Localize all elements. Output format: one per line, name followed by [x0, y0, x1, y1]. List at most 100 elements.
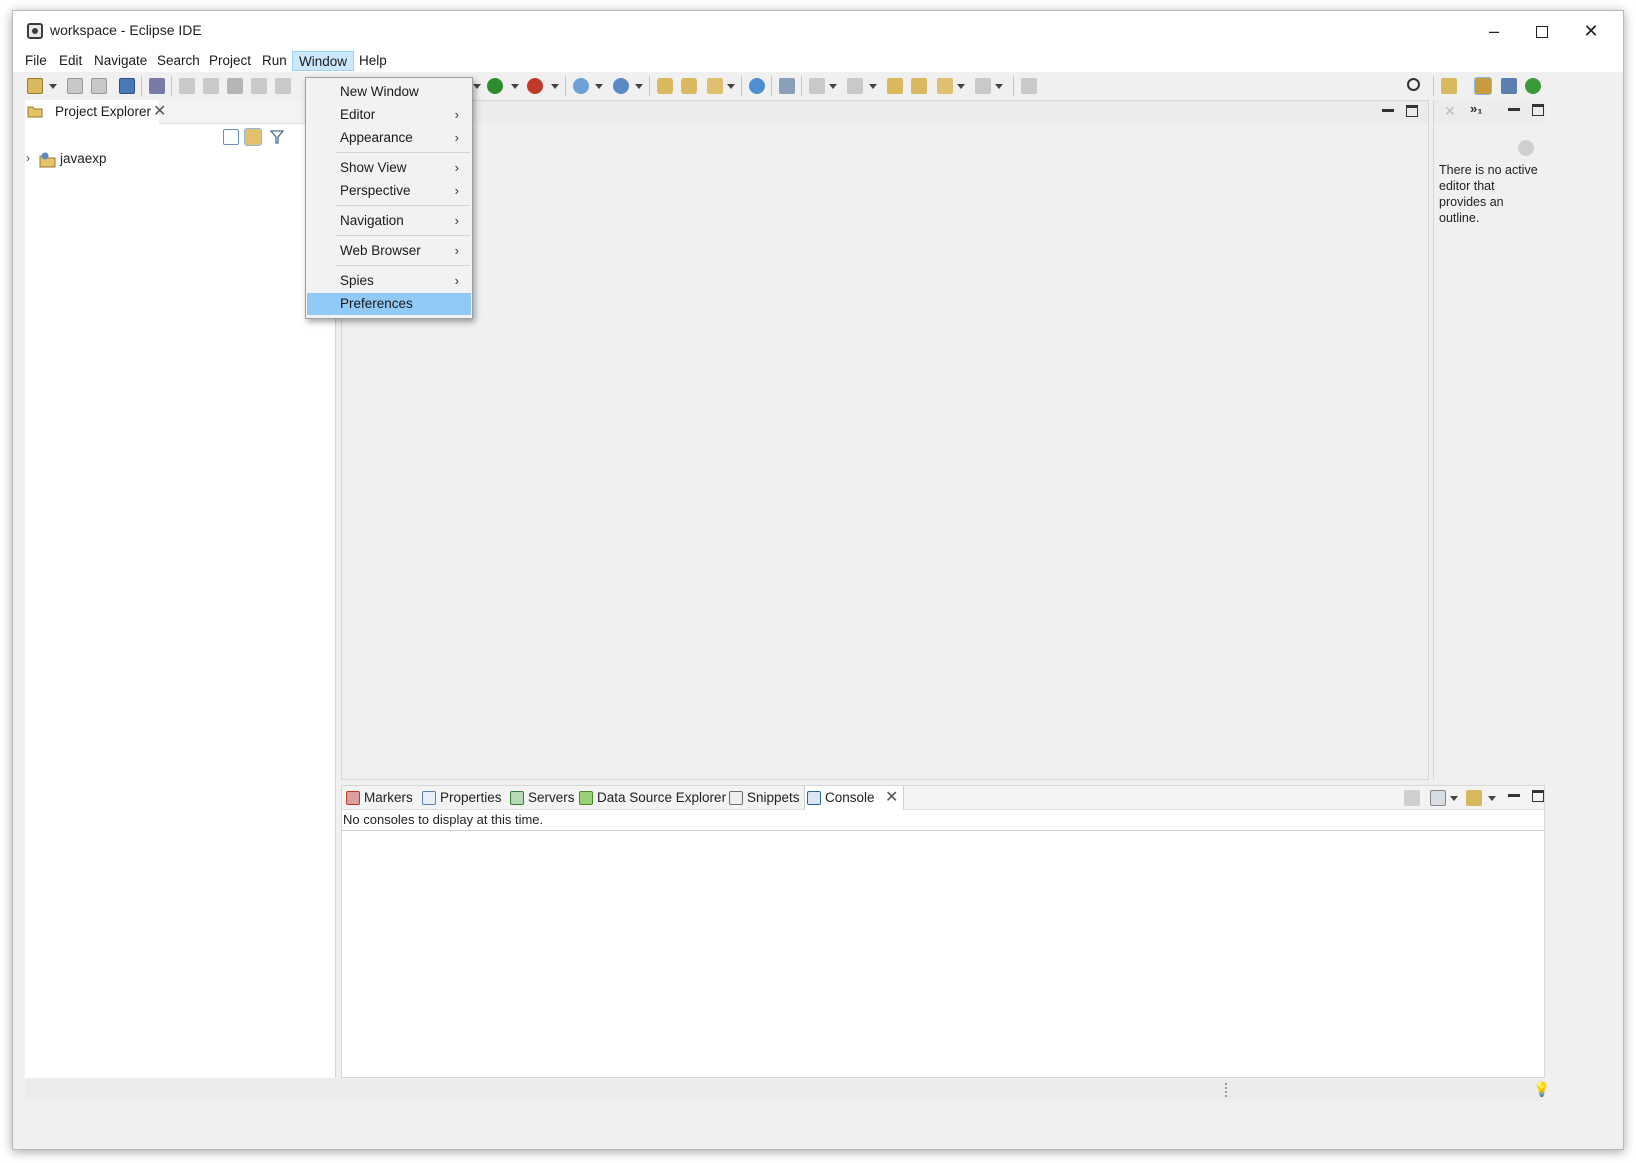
pin-icon[interactable] [1021, 78, 1037, 94]
next-annotation-dropdown-icon[interactable] [829, 84, 837, 89]
chevron-right-icon[interactable]: › [26, 151, 30, 165]
display-console-dropdown-icon[interactable] [1450, 796, 1458, 801]
menu-search[interactable]: Search [151, 51, 206, 71]
skip-breakpoints-icon[interactable] [149, 78, 165, 94]
menu-navigate[interactable]: Navigate [88, 51, 153, 71]
menu-item-show-view[interactable]: Show View › [307, 157, 471, 179]
external-tools-icon[interactable] [527, 78, 543, 94]
close-icon[interactable]: ✕ [885, 786, 898, 810]
java-perspective-icon[interactable] [1501, 78, 1517, 94]
new-dropdown-icon[interactable] [49, 84, 57, 89]
close-button[interactable]: ✕ [1568, 17, 1614, 45]
link-with-editor-icon[interactable] [244, 128, 262, 146]
tab-markers[interactable]: Markers [344, 786, 413, 810]
debug-perspective-icon[interactable] [1525, 78, 1541, 94]
maximize-icon [1536, 26, 1548, 39]
save-icon[interactable] [67, 78, 83, 94]
maximize-editor-icon[interactable] [1406, 105, 1418, 117]
new-icon[interactable] [27, 78, 43, 94]
console-empty-message: No consoles to display at this time. [343, 812, 544, 827]
previous-annotation-dropdown-icon[interactable] [869, 84, 877, 89]
minimize-outline-icon[interactable] [1508, 104, 1520, 111]
menu-item-web-browser[interactable]: Web Browser › [307, 240, 471, 262]
title-bar: workspace - Eclipse IDE – ✕ [13, 11, 1623, 49]
collapse-all-icon[interactable] [223, 129, 239, 145]
java-ee-perspective-icon[interactable] [1474, 77, 1492, 95]
search-tool-icon[interactable] [707, 78, 723, 94]
web-browser-icon[interactable] [749, 78, 765, 94]
suspend-icon[interactable] [203, 78, 219, 94]
close-icon[interactable]: ✕ [1444, 103, 1456, 120]
maximize-console-icon[interactable] [1532, 790, 1544, 802]
search-tool-dropdown-icon[interactable] [727, 84, 735, 89]
search-icon[interactable] [1407, 78, 1420, 91]
new-class-dropdown-icon[interactable] [635, 84, 643, 89]
status-grip[interactable] [1225, 1083, 1227, 1097]
save-all-icon[interactable] [91, 78, 107, 94]
terminal-icon[interactable] [119, 78, 135, 94]
next-annotation-icon[interactable] [809, 78, 825, 94]
maximize-button[interactable] [1519, 17, 1565, 45]
console-panel: Markers Properties Servers Data Source E… [341, 785, 1545, 1078]
tab-properties[interactable]: Properties [420, 786, 502, 810]
java-project-icon [39, 152, 56, 168]
minimize-console-icon[interactable] [1508, 790, 1520, 797]
open-console-icon[interactable] [1466, 790, 1482, 806]
menu-help[interactable]: Help [353, 51, 393, 71]
menu-edit[interactable]: Edit [53, 51, 88, 71]
display-console-icon[interactable] [1430, 790, 1446, 806]
menu-file[interactable]: File [19, 51, 53, 71]
new-server-icon[interactable] [573, 78, 589, 94]
tab-servers[interactable]: Servers [508, 786, 575, 810]
step-into-icon[interactable] [275, 78, 291, 94]
pin-editor-icon[interactable] [779, 78, 795, 94]
back-dropdown-icon[interactable] [957, 84, 965, 89]
menu-item-perspective[interactable]: Perspective › [307, 180, 471, 202]
last-edit-location-icon[interactable] [887, 78, 903, 94]
tab-data-source-explorer[interactable]: Data Source Explorer [577, 786, 726, 810]
debug-dropdown-icon[interactable] [473, 84, 481, 89]
menu-item-appearance[interactable]: Appearance › [307, 127, 471, 149]
open-task-icon[interactable] [681, 78, 697, 94]
menu-item-new-window[interactable]: New Window [307, 81, 471, 103]
new-server-dropdown-icon[interactable] [595, 84, 603, 89]
menu-item-spies[interactable]: Spies › [307, 270, 471, 292]
close-icon[interactable]: ✕ [153, 100, 166, 124]
run-dropdown-icon[interactable] [511, 84, 519, 89]
tab-snippets[interactable]: Snippets [727, 786, 800, 810]
menu-item-editor[interactable]: Editor › [307, 104, 471, 126]
menu-separator [336, 265, 470, 266]
menu-run[interactable]: Run [256, 51, 293, 71]
filter-icon[interactable] [269, 129, 285, 145]
back-icon[interactable] [937, 78, 953, 94]
menu-item-navigation[interactable]: Navigation › [307, 210, 471, 232]
terminate-icon[interactable] [227, 78, 243, 94]
menu-project[interactable]: Project [203, 51, 257, 71]
run-icon[interactable] [487, 78, 503, 94]
data-source-icon [579, 791, 593, 805]
menu-item-preferences[interactable]: Preferences [307, 293, 471, 315]
forward-icon[interactable] [975, 78, 991, 94]
new-class-icon[interactable] [613, 78, 629, 94]
pin-console-icon[interactable] [1404, 790, 1420, 806]
maximize-outline-icon[interactable] [1532, 104, 1544, 116]
open-type-icon[interactable] [657, 78, 673, 94]
tab-project-explorer[interactable]: Project Explorer [25, 100, 160, 124]
menu-window[interactable]: Window [292, 51, 355, 71]
open-perspective-icon[interactable] [1441, 78, 1457, 94]
minimize-button[interactable]: – [1471, 17, 1517, 45]
menu-item-label: Preferences [340, 296, 413, 311]
external-tools-dropdown-icon[interactable] [551, 84, 559, 89]
open-console-dropdown-icon[interactable] [1488, 796, 1496, 801]
lightbulb-icon[interactable]: 💡 [1533, 1081, 1550, 1098]
outline-sync-icon[interactable] [1518, 140, 1534, 156]
minimize-editor-icon[interactable] [1382, 105, 1394, 112]
disconnect-icon[interactable] [251, 78, 267, 94]
tab-label: Properties [440, 790, 502, 805]
tree-item-javaexp[interactable]: › javaexp [25, 150, 325, 170]
resume-icon[interactable] [179, 78, 195, 94]
view-overflow-icon[interactable]: »₁ [1470, 101, 1483, 116]
forward-edit-icon[interactable] [911, 78, 927, 94]
previous-annotation-icon[interactable] [847, 78, 863, 94]
forward-dropdown-icon[interactable] [995, 84, 1003, 89]
